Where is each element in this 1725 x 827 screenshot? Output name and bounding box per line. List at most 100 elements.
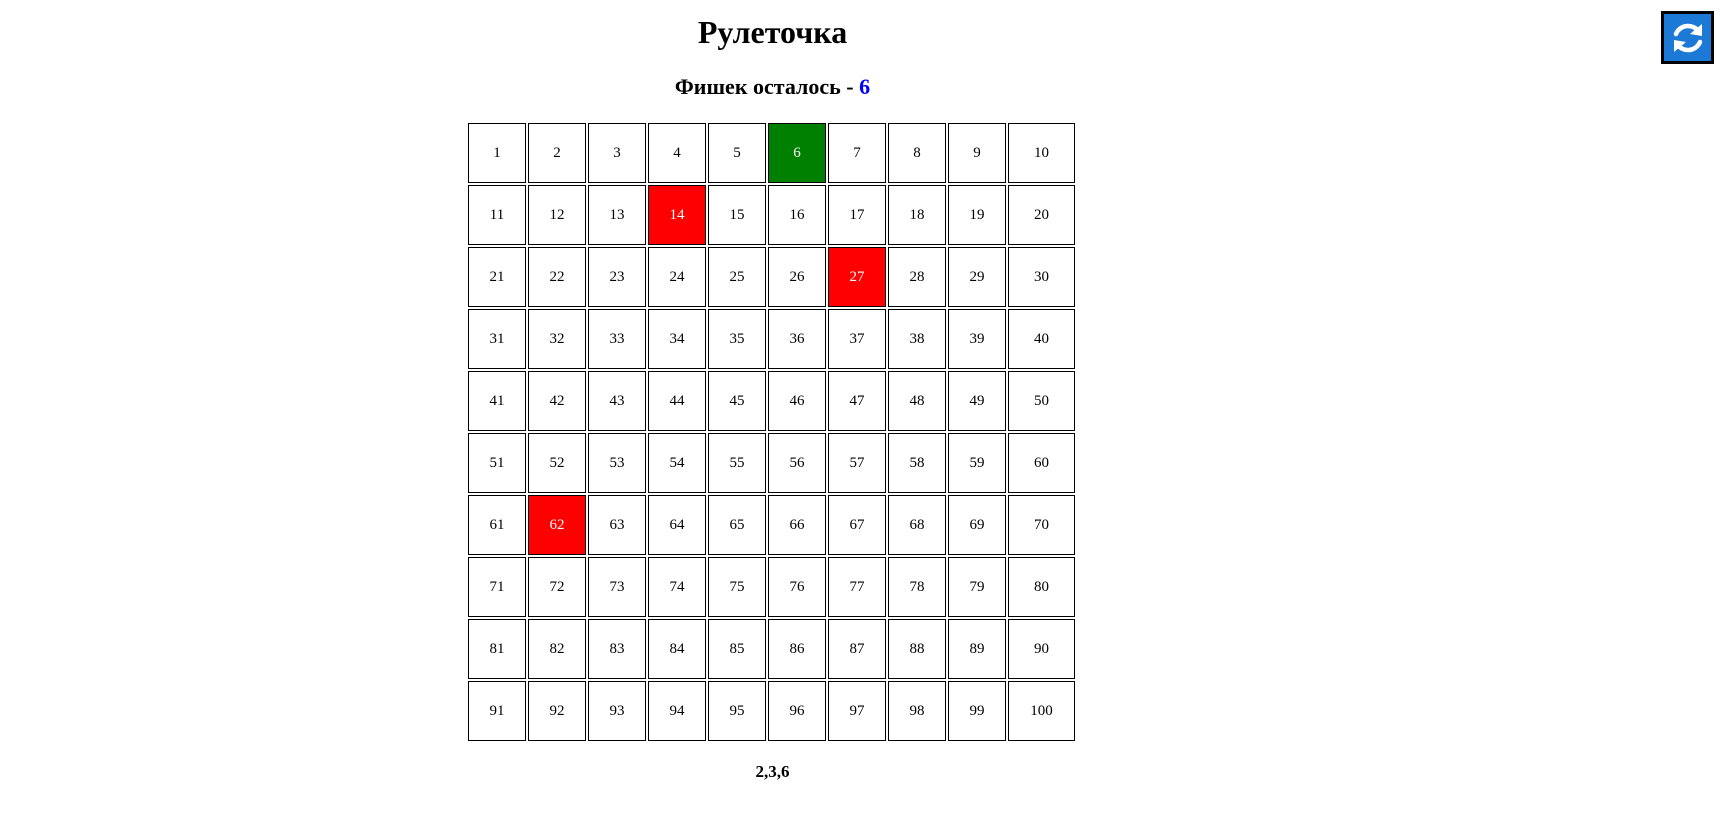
number-cell-28[interactable]: 28 bbox=[888, 247, 946, 307]
number-cell-39[interactable]: 39 bbox=[948, 309, 1006, 369]
number-cell-42[interactable]: 42 bbox=[528, 371, 586, 431]
number-cell-35[interactable]: 35 bbox=[708, 309, 766, 369]
number-cell-76[interactable]: 76 bbox=[768, 557, 826, 617]
number-cell-93[interactable]: 93 bbox=[588, 681, 646, 741]
number-cell-21[interactable]: 21 bbox=[468, 247, 526, 307]
number-cell-4[interactable]: 4 bbox=[648, 123, 706, 183]
number-cell-13[interactable]: 13 bbox=[588, 185, 646, 245]
number-cell-87[interactable]: 87 bbox=[828, 619, 886, 679]
number-cell-41[interactable]: 41 bbox=[468, 371, 526, 431]
number-cell-64[interactable]: 64 bbox=[648, 495, 706, 555]
number-cell-58[interactable]: 58 bbox=[888, 433, 946, 493]
reload-button[interactable] bbox=[1661, 11, 1714, 64]
number-cell-91[interactable]: 91 bbox=[468, 681, 526, 741]
number-cell-44[interactable]: 44 bbox=[648, 371, 706, 431]
number-cell-81[interactable]: 81 bbox=[468, 619, 526, 679]
number-cell-30[interactable]: 30 bbox=[1008, 247, 1075, 307]
number-cell-43[interactable]: 43 bbox=[588, 371, 646, 431]
number-cell-31[interactable]: 31 bbox=[468, 309, 526, 369]
number-cell-60[interactable]: 60 bbox=[1008, 433, 1075, 493]
number-cell-99[interactable]: 99 bbox=[948, 681, 1006, 741]
number-cell-73[interactable]: 73 bbox=[588, 557, 646, 617]
number-cell-12[interactable]: 12 bbox=[528, 185, 586, 245]
number-cell-26[interactable]: 26 bbox=[768, 247, 826, 307]
number-cell-49[interactable]: 49 bbox=[948, 371, 1006, 431]
number-cell-20[interactable]: 20 bbox=[1008, 185, 1075, 245]
number-cell-14[interactable]: 14 bbox=[648, 185, 706, 245]
number-cell-71[interactable]: 71 bbox=[468, 557, 526, 617]
number-cell-68[interactable]: 68 bbox=[888, 495, 946, 555]
number-cell-24[interactable]: 24 bbox=[648, 247, 706, 307]
number-cell-29[interactable]: 29 bbox=[948, 247, 1006, 307]
number-cell-82[interactable]: 82 bbox=[528, 619, 586, 679]
number-cell-15[interactable]: 15 bbox=[708, 185, 766, 245]
number-cell-17[interactable]: 17 bbox=[828, 185, 886, 245]
number-cell-86[interactable]: 86 bbox=[768, 619, 826, 679]
number-cell-25[interactable]: 25 bbox=[708, 247, 766, 307]
number-cell-45[interactable]: 45 bbox=[708, 371, 766, 431]
number-cell-7[interactable]: 7 bbox=[828, 123, 886, 183]
number-cell-84[interactable]: 84 bbox=[648, 619, 706, 679]
number-cell-37[interactable]: 37 bbox=[828, 309, 886, 369]
number-cell-75[interactable]: 75 bbox=[708, 557, 766, 617]
number-cell-1[interactable]: 1 bbox=[468, 123, 526, 183]
number-cell-95[interactable]: 95 bbox=[708, 681, 766, 741]
number-cell-3[interactable]: 3 bbox=[588, 123, 646, 183]
number-cell-38[interactable]: 38 bbox=[888, 309, 946, 369]
number-cell-61[interactable]: 61 bbox=[468, 495, 526, 555]
number-cell-78[interactable]: 78 bbox=[888, 557, 946, 617]
number-cell-23[interactable]: 23 bbox=[588, 247, 646, 307]
number-cell-63[interactable]: 63 bbox=[588, 495, 646, 555]
number-cell-6[interactable]: 6 bbox=[768, 123, 826, 183]
number-cell-89[interactable]: 89 bbox=[948, 619, 1006, 679]
number-cell-19[interactable]: 19 bbox=[948, 185, 1006, 245]
number-cell-51[interactable]: 51 bbox=[468, 433, 526, 493]
number-cell-2[interactable]: 2 bbox=[528, 123, 586, 183]
number-cell-47[interactable]: 47 bbox=[828, 371, 886, 431]
number-cell-80[interactable]: 80 bbox=[1008, 557, 1075, 617]
number-cell-55[interactable]: 55 bbox=[708, 433, 766, 493]
number-cell-66[interactable]: 66 bbox=[768, 495, 826, 555]
number-cell-46[interactable]: 46 bbox=[768, 371, 826, 431]
number-cell-53[interactable]: 53 bbox=[588, 433, 646, 493]
number-cell-8[interactable]: 8 bbox=[888, 123, 946, 183]
number-cell-5[interactable]: 5 bbox=[708, 123, 766, 183]
number-cell-65[interactable]: 65 bbox=[708, 495, 766, 555]
number-cell-72[interactable]: 72 bbox=[528, 557, 586, 617]
number-cell-34[interactable]: 34 bbox=[648, 309, 706, 369]
number-cell-74[interactable]: 74 bbox=[648, 557, 706, 617]
number-cell-90[interactable]: 90 bbox=[1008, 619, 1075, 679]
number-cell-69[interactable]: 69 bbox=[948, 495, 1006, 555]
number-cell-9[interactable]: 9 bbox=[948, 123, 1006, 183]
number-cell-16[interactable]: 16 bbox=[768, 185, 826, 245]
number-cell-67[interactable]: 67 bbox=[828, 495, 886, 555]
number-cell-79[interactable]: 79 bbox=[948, 557, 1006, 617]
number-cell-36[interactable]: 36 bbox=[768, 309, 826, 369]
number-cell-97[interactable]: 97 bbox=[828, 681, 886, 741]
number-cell-96[interactable]: 96 bbox=[768, 681, 826, 741]
number-cell-48[interactable]: 48 bbox=[888, 371, 946, 431]
number-cell-70[interactable]: 70 bbox=[1008, 495, 1075, 555]
number-cell-22[interactable]: 22 bbox=[528, 247, 586, 307]
number-cell-94[interactable]: 94 bbox=[648, 681, 706, 741]
number-cell-59[interactable]: 59 bbox=[948, 433, 1006, 493]
number-cell-33[interactable]: 33 bbox=[588, 309, 646, 369]
number-cell-27[interactable]: 27 bbox=[828, 247, 886, 307]
number-cell-77[interactable]: 77 bbox=[828, 557, 886, 617]
number-cell-92[interactable]: 92 bbox=[528, 681, 586, 741]
number-cell-100[interactable]: 100 bbox=[1008, 681, 1075, 741]
number-cell-98[interactable]: 98 bbox=[888, 681, 946, 741]
number-cell-54[interactable]: 54 bbox=[648, 433, 706, 493]
number-cell-32[interactable]: 32 bbox=[528, 309, 586, 369]
number-cell-50[interactable]: 50 bbox=[1008, 371, 1075, 431]
number-cell-83[interactable]: 83 bbox=[588, 619, 646, 679]
number-cell-85[interactable]: 85 bbox=[708, 619, 766, 679]
number-cell-52[interactable]: 52 bbox=[528, 433, 586, 493]
number-cell-40[interactable]: 40 bbox=[1008, 309, 1075, 369]
number-cell-57[interactable]: 57 bbox=[828, 433, 886, 493]
number-cell-11[interactable]: 11 bbox=[468, 185, 526, 245]
number-cell-62[interactable]: 62 bbox=[528, 495, 586, 555]
number-cell-18[interactable]: 18 bbox=[888, 185, 946, 245]
number-cell-88[interactable]: 88 bbox=[888, 619, 946, 679]
number-cell-10[interactable]: 10 bbox=[1008, 123, 1075, 183]
